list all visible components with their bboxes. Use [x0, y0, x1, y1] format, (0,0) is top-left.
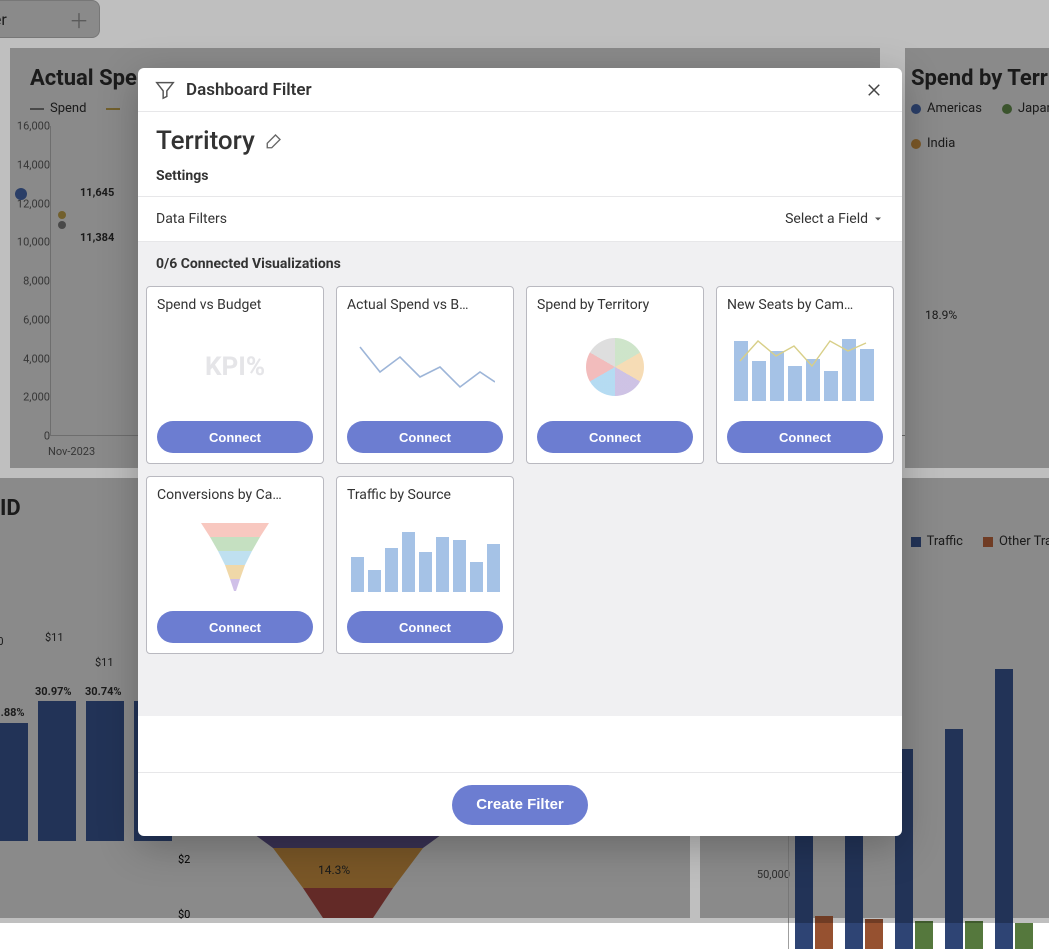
- modal-body: Territory Settings Data Filters Select a…: [138, 112, 902, 772]
- viz-preview: [347, 503, 503, 611]
- filter-name: Territory: [156, 126, 255, 156]
- viz-card-conversions: Conversions by Ca… Connect: [146, 476, 324, 654]
- edit-filter-name-button[interactable]: [265, 132, 283, 150]
- viz-title: Spend by Territory: [537, 297, 693, 313]
- connect-button[interactable]: Connect: [537, 421, 693, 453]
- connect-button[interactable]: Connect: [347, 421, 503, 453]
- viz-title: Spend vs Budget: [157, 297, 313, 313]
- pie-chart-icon: [586, 338, 644, 396]
- viz-card-spend-vs-budget: Spend vs Budget KPI% Connect: [146, 286, 324, 464]
- data-filters-label: Data Filters: [156, 211, 227, 227]
- connect-button[interactable]: Connect: [157, 611, 313, 643]
- connect-button[interactable]: Connect: [727, 421, 883, 453]
- data-filters-row: Data Filters Select a Field: [138, 196, 902, 242]
- dashboard-filter-modal: Dashboard Filter Territory Settings Data…: [138, 68, 902, 836]
- modal-footer: Create Filter: [138, 772, 902, 836]
- viz-preview: KPI%: [157, 313, 313, 421]
- viz-card-spend-territory: Spend by Territory Connect: [526, 286, 704, 464]
- filter-name-row: Territory: [138, 112, 902, 168]
- select-field-placeholder: Select a Field: [785, 211, 868, 227]
- modal-header: Dashboard Filter: [138, 68, 902, 112]
- viz-title: Traffic by Source: [347, 487, 503, 503]
- viz-card-traffic: Traffic by Source Connect: [336, 476, 514, 654]
- combo-chart-icon: [730, 331, 880, 403]
- bar: [1015, 923, 1033, 949]
- connected-visualizations-heading: 0/6 Connected Visualizations: [138, 242, 902, 286]
- modal-title: Dashboard Filter: [186, 80, 312, 100]
- connect-button[interactable]: Connect: [157, 421, 313, 453]
- connect-button[interactable]: Connect: [347, 611, 503, 643]
- bar: [865, 919, 883, 949]
- viz-title: Actual Spend vs B…: [347, 297, 503, 313]
- visualizations-grid: Spend vs Budget KPI% Connect Actual Spen…: [138, 286, 902, 716]
- pencil-icon: [265, 132, 283, 150]
- bar-chart-icon: [351, 522, 500, 592]
- line-chart-icon: [355, 337, 495, 397]
- viz-preview: [537, 313, 693, 421]
- close-button[interactable]: [862, 78, 886, 102]
- bar: [915, 921, 933, 949]
- viz-title: Conversions by Ca…: [157, 487, 313, 503]
- filter-icon: [154, 79, 176, 101]
- settings-heading: Settings: [138, 168, 902, 196]
- viz-title: New Seats by Cam…: [727, 297, 883, 313]
- select-field-dropdown[interactable]: Select a Field: [785, 211, 884, 227]
- viz-preview: [347, 313, 503, 421]
- viz-preview: [727, 313, 883, 421]
- viz-card-new-seats: New Seats by Cam… Connect: [716, 286, 894, 464]
- viz-card-actual-spend: Actual Spend vs B… Connect: [336, 286, 514, 464]
- create-filter-button[interactable]: Create Filter: [452, 785, 588, 825]
- viz-preview: [157, 503, 313, 611]
- bar: [965, 921, 983, 949]
- kpi-icon: KPI%: [205, 352, 265, 382]
- close-icon: [865, 81, 883, 99]
- funnel-chart-icon: [199, 521, 271, 593]
- chevron-down-icon: [872, 213, 884, 225]
